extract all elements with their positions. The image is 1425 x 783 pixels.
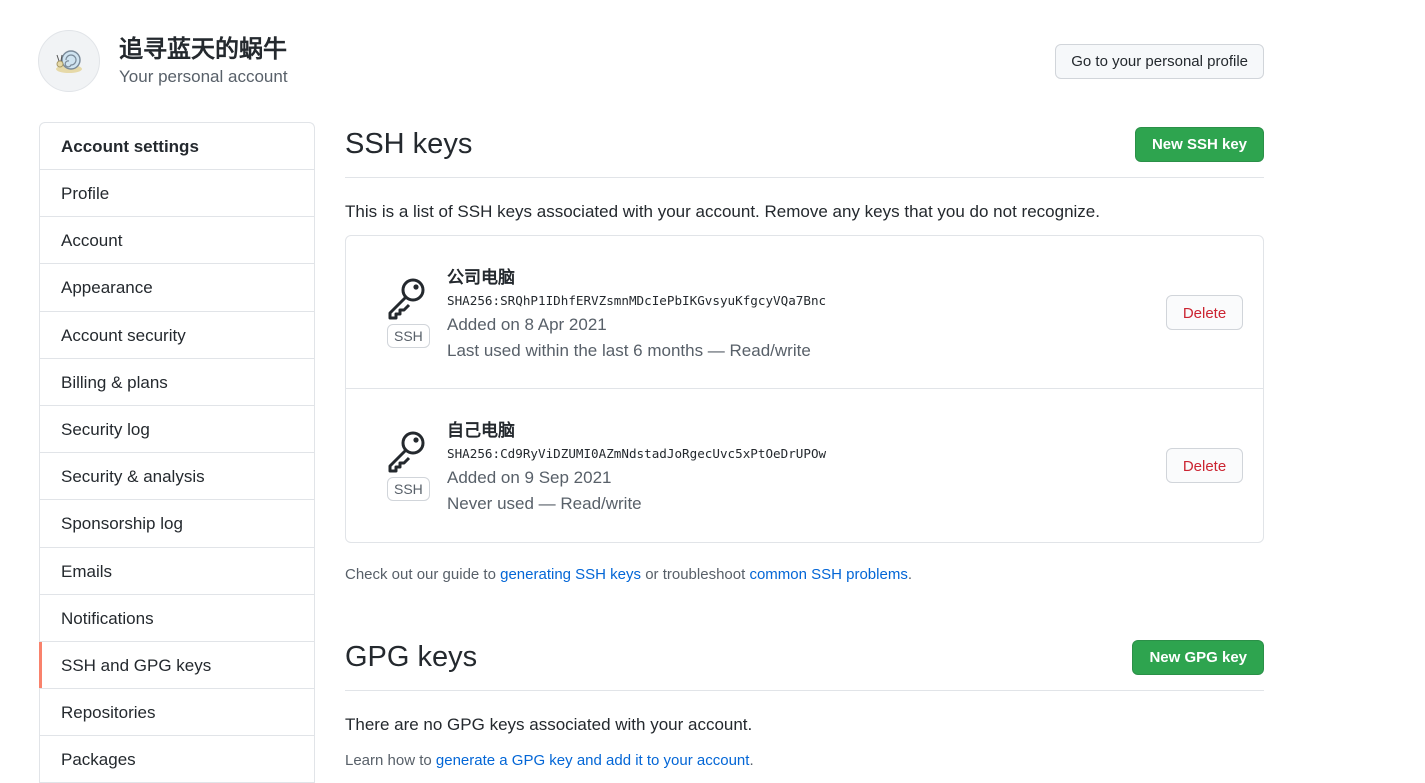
key-title: 公司电脑	[447, 268, 515, 287]
sidebar-item-packages[interactable]: Packages	[40, 736, 314, 783]
ssh-type-label: SSH	[387, 324, 430, 348]
ssh-type-label: SSH	[387, 477, 430, 501]
gpg-empty-text: There are no GPG keys associated with yo…	[345, 715, 753, 734]
avatar[interactable]	[38, 30, 100, 92]
key-usage: Never used — Read/write	[447, 494, 642, 513]
key-usage: Last used within the last 6 months — Rea…	[447, 341, 811, 360]
gpg-keys-title: GPG keys	[345, 641, 478, 673]
account-name: 追寻蓝天的蜗牛	[119, 36, 287, 63]
sidebar-item-profile[interactable]: Profile	[40, 170, 314, 218]
sidebar-item-account-security[interactable]: Account security	[40, 312, 314, 359]
ssh-key-row: SSH 自己电脑 SHA256:Cd9RyViDZUMI0AZmNdstadJo…	[346, 389, 1263, 542]
key-added-date: Added on 8 Apr 2021	[447, 315, 607, 334]
key-fingerprint: SHA256:Cd9RyViDZUMI0AZmNdstadJoRgecUvc5x…	[447, 446, 827, 461]
generating-ssh-keys-link[interactable]: generating SSH keys	[500, 566, 641, 583]
sidebar-heading: Account settings	[40, 123, 314, 170]
settings-sidebar: Account settings Profile Account Appeara…	[39, 122, 315, 783]
ssh-key-row: SSH 公司电脑 SHA256:SRQhP1IDhfERVZsmnMDcIePb…	[346, 236, 1263, 389]
ssh-key-list: SSH 公司电脑 SHA256:SRQhP1IDhfERVZsmnMDcIePb…	[345, 235, 1264, 543]
key-icon	[388, 278, 425, 320]
guide-middle: or troubleshoot	[641, 566, 750, 583]
key-title: 自己电脑	[447, 421, 515, 440]
guide-prefix: Check out our guide to	[345, 566, 501, 583]
ssh-section-header: SSH keys New SSH key	[345, 120, 1264, 178]
new-ssh-key-button[interactable]: New SSH key	[1134, 127, 1264, 162]
key-added-date: Added on 9 Sep 2021	[447, 468, 612, 487]
sidebar-item-sponsorship-log[interactable]: Sponsorship log	[40, 500, 314, 548]
sidebar-item-account[interactable]: Account	[40, 217, 314, 265]
key-fingerprint: SHA256:SRQhP1IDhfERVZsmnMDcIePbIKGvsyuKf…	[447, 293, 827, 308]
new-gpg-key-button[interactable]: New GPG key	[1132, 640, 1264, 675]
sidebar-item-appearance[interactable]: Appearance	[40, 264, 314, 312]
go-to-profile-button[interactable]: Go to your personal profile	[1055, 44, 1264, 79]
key-icon	[388, 431, 425, 473]
delete-key-button[interactable]: Delete	[1166, 295, 1243, 330]
ssh-intro-text: This is a list of SSH keys associated wi…	[345, 202, 1100, 221]
ssh-keys-title: SSH keys	[345, 128, 473, 160]
sidebar-item-repositories[interactable]: Repositories	[40, 689, 314, 737]
sidebar-item-billing-plans[interactable]: Billing & plans	[40, 359, 314, 406]
gpg-section-header: GPG keys New GPG key	[345, 633, 1264, 691]
gpg-keys-section: GPG keys New GPG key There are no GPG ke…	[345, 633, 1264, 769]
delete-key-button[interactable]: Delete	[1166, 448, 1243, 483]
gpg-learn-text: Learn how to generate a GPG key and add …	[345, 752, 1264, 769]
guide-suffix: .	[907, 566, 912, 583]
sidebar-item-ssh-gpg-keys[interactable]: SSH and GPG keys	[39, 641, 314, 690]
generate-gpg-key-link[interactable]: generate a GPG key and add it to your ac…	[436, 752, 750, 769]
sidebar-item-security-analysis[interactable]: Security & analysis	[40, 453, 314, 501]
main-content: SSH keys New SSH key This is a list of S…	[345, 120, 1264, 769]
ssh-keys-section: SSH keys New SSH key This is a list of S…	[345, 120, 1264, 583]
snail-avatar-icon	[56, 50, 82, 73]
sidebar-item-emails[interactable]: Emails	[40, 548, 314, 595]
learn-prefix: Learn how to	[345, 752, 436, 769]
learn-suffix: .	[749, 752, 754, 769]
sidebar-item-security-log[interactable]: Security log	[40, 406, 314, 454]
common-ssh-problems-link[interactable]: common SSH problems	[749, 566, 907, 583]
sidebar-item-notifications[interactable]: Notifications	[40, 595, 314, 642]
account-header: 追寻蓝天的蜗牛 Your personal account Go to your…	[38, 30, 1264, 94]
account-type: Your personal account	[119, 67, 288, 86]
ssh-guide-text: Check out our guide to generating SSH ke…	[345, 566, 1264, 583]
